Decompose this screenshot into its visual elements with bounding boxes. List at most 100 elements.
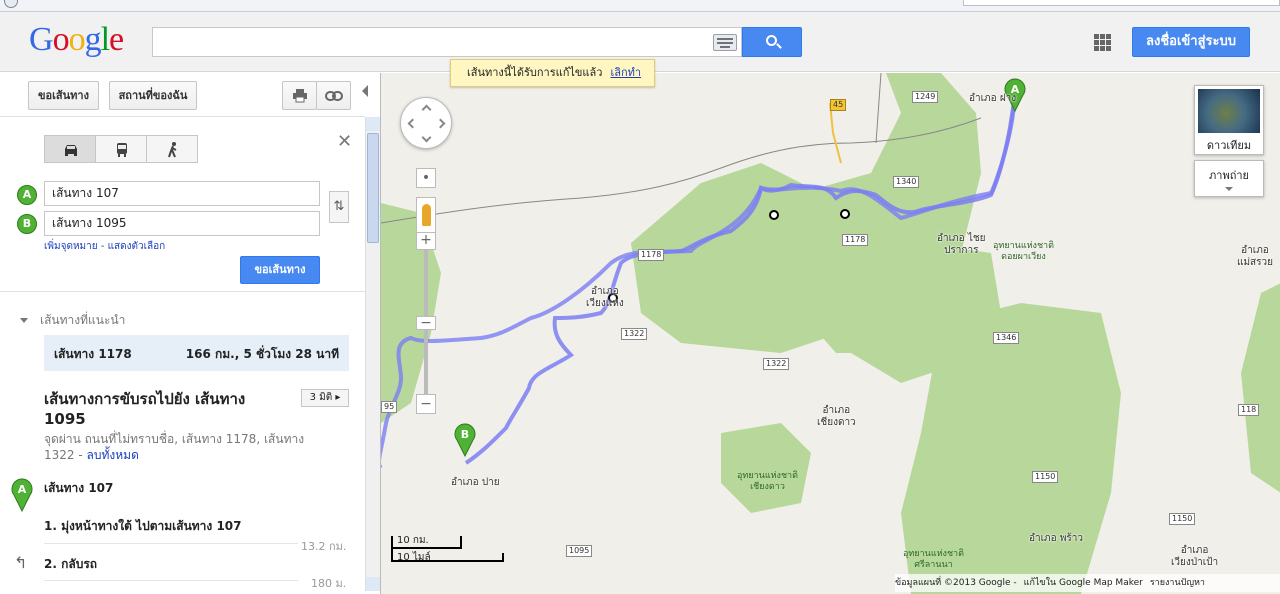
printer-icon <box>292 89 307 103</box>
undo-link[interactable]: เลิกทำ <box>610 66 641 79</box>
directions-button[interactable]: ขอเส้นทาง <box>28 81 99 110</box>
close-icon[interactable]: ✕ <box>337 131 352 152</box>
photos-label: ภาพถ่าย <box>1209 169 1249 182</box>
keyboard-icon[interactable] <box>713 34 737 51</box>
chevron-down-icon <box>1225 187 1233 191</box>
browser-back-button[interactable] <box>4 0 18 8</box>
scroll-thumb[interactable] <box>367 133 379 243</box>
collapse-sidebar-icon[interactable] <box>362 85 368 97</box>
my-places-button[interactable]: สถานที่ของฉัน <box>109 81 197 110</box>
step-divider <box>44 580 298 581</box>
place-label-fang[interactable]: อำเภอ ฝาง <box>969 93 1016 105</box>
place-label-wiang-haeng[interactable]: อำเภอ เวียงแหง <box>586 286 624 310</box>
road-shield-1340: 1340 <box>893 176 920 188</box>
zoom-in-button[interactable]: + <box>416 230 436 250</box>
mode-walk-tab[interactable] <box>147 136 197 162</box>
pan-left-icon[interactable] <box>407 118 418 129</box>
swap-waypoints-button[interactable]: ⇅ <box>329 191 349 223</box>
map-data-copyright: ข้อมูลแผนที่ ©2013 Google - <box>895 578 1017 588</box>
marker-b-pin[interactable]: B <box>454 423 476 457</box>
road-shield-118: 118 <box>1238 404 1260 416</box>
browser-search-field[interactable] <box>963 0 1280 6</box>
scroll-down-button[interactable] <box>366 577 381 591</box>
scale-km: 10 กม. <box>397 535 429 546</box>
apps-grid-icon[interactable] <box>1094 34 1111 51</box>
step-1-text[interactable]: 1. มุ่งหน้าทางใต้ ไปตามเส้นทาง 107 <box>44 517 242 536</box>
mode-car-tab[interactable] <box>45 136 96 162</box>
park-label-sri-lanna[interactable]: อุทยานแห่งชาติ ศรีลานนา <box>903 549 964 571</box>
map-graphics <box>381 73 1280 594</box>
get-directions-button[interactable]: ขอเส้นทาง <box>240 256 320 284</box>
google-logo[interactable]: Google <box>29 21 124 59</box>
road-shield-1249: 1249 <box>912 91 939 103</box>
add-destination-link[interactable]: เพิ่มจุดหมาย - แสดงตัวเลือก <box>44 239 165 254</box>
waypoint-a-marker: A <box>17 185 37 205</box>
search-button[interactable] <box>742 27 802 57</box>
view-3d-button[interactable]: 3 มิติ ▸ <box>301 389 349 407</box>
place-label-pai[interactable]: อำเภอ ปาย <box>451 477 500 489</box>
map-canvas[interactable]: A B อำเภอ ฝาง อำเภอ ไชย ปราการ อำเภอ เวี… <box>380 73 1280 594</box>
road-shield-1178: 1178 <box>638 249 665 261</box>
place-label-mae-suai[interactable]: อำเภอ แม่สรวย <box>1237 245 1273 269</box>
travel-mode-tabs <box>44 135 198 163</box>
transit-icon <box>117 143 127 157</box>
road-shield-1322: 1322 <box>763 358 790 370</box>
step-1-distance: 13.2 กม. <box>301 540 347 553</box>
mode-transit-tab[interactable] <box>96 136 147 162</box>
waypoint-a-input[interactable]: เส้นทาง 107 <box>44 181 320 206</box>
car-icon <box>65 145 77 156</box>
directions-sidebar: ขอเส้นทาง สถานที่ของฉัน ✕ A เส้นทาง 107 … <box>0 73 365 594</box>
pan-up-icon[interactable] <box>421 104 432 115</box>
route-via-point[interactable] <box>840 209 850 219</box>
sidebar-scrollbar[interactable] <box>365 117 381 591</box>
step-divider <box>44 543 298 544</box>
search-input[interactable] <box>152 27 742 57</box>
route-detail: 166 กม., 5 ชั่วโมง 28 นาที <box>185 347 339 361</box>
walk-icon <box>168 142 177 158</box>
satellite-toggle[interactable]: ดาวเทียม <box>1194 85 1264 155</box>
place-label-phrao[interactable]: อำเภอ พร้าว <box>1029 533 1083 545</box>
route-name: เส้นทาง 1178 <box>54 347 132 361</box>
route-via-point[interactable] <box>769 210 779 220</box>
road-shield-1150: 1150 <box>1032 471 1059 483</box>
scale-miles: 10 ไมล์ <box>397 552 431 563</box>
zoom-slider-thumb[interactable]: − <box>416 316 436 330</box>
place-label-chai-prakan[interactable]: อำเภอ ไชย ปราการ <box>937 233 986 257</box>
suggested-route-row[interactable]: เส้นทาง 1178 166 กม., 5 ชั่วโมง 28 นาที <box>44 335 349 371</box>
pan-right-icon[interactable] <box>435 118 446 129</box>
clear-all-link[interactable]: ลบทั้งหมด <box>87 448 139 462</box>
park-label-pha-daeng[interactable]: อุทยานแห่งชาติ ดอยผาเวียง <box>993 241 1054 263</box>
start-pin-icon: A <box>11 478 33 512</box>
u-turn-icon: ↰ <box>14 553 28 572</box>
swap-icon: ⇅ <box>333 199 345 214</box>
park-label-chiang-dao[interactable]: อุทยานแห่งชาติ เชียงดาว <box>737 471 798 493</box>
scroll-up-button[interactable] <box>366 117 381 131</box>
zoom-out-button[interactable]: − <box>416 394 436 414</box>
zoom-slider-track[interactable] <box>424 226 428 396</box>
suggested-routes-heading[interactable]: เส้นทางที่แนะนำ <box>20 311 125 330</box>
zoom-reset-button[interactable]: • <box>416 168 436 188</box>
sign-in-button[interactable]: ลงชื่อเข้าสู่ระบบ <box>1132 27 1250 57</box>
pan-control[interactable] <box>400 97 452 149</box>
route-modified-notice: เส้นทางนี้ได้รับการแก้ไขแล้ว เลิกทำ <box>450 59 655 87</box>
road-shield-1322: 1322 <box>621 328 648 340</box>
waypoint-b-marker: B <box>17 214 37 234</box>
road-shield-45: 45 <box>830 99 847 111</box>
place-label-wiang-pa-pao[interactable]: อำเภอ เวียงป่าเป้า <box>1171 545 1218 569</box>
link-button[interactable] <box>316 81 351 110</box>
link-icon <box>324 91 343 101</box>
print-button[interactable] <box>282 81 317 110</box>
street-view-pegman-icon[interactable] <box>416 197 436 233</box>
satellite-label: ดาวเทียม <box>1206 139 1252 152</box>
photos-dropdown[interactable]: ภาพถ่าย <box>1194 160 1264 197</box>
pan-down-icon[interactable] <box>421 132 432 143</box>
waypoint-b-input[interactable]: เส้นทาง 1095 <box>44 211 320 236</box>
road-shield-1095: 1095 <box>566 545 593 557</box>
map-footer: ข้อมูลแผนที่ ©2013 Google - แก้ไขใน Googl… <box>895 574 1280 592</box>
report-problem-link[interactable]: รายงานปัญหา <box>1150 578 1205 588</box>
step-2-text[interactable]: 2. กลับรถ <box>44 555 97 574</box>
edit-in-map-maker-link[interactable]: แก้ไขใน Google Map Maker <box>1024 578 1143 588</box>
road-shield-1178: 1178 <box>842 234 869 246</box>
sidebar-toolbar: ขอเส้นทาง สถานที่ของฉัน <box>0 73 365 117</box>
place-label-chiang-dao[interactable]: อำเภอ เชียงดาว <box>817 405 856 429</box>
